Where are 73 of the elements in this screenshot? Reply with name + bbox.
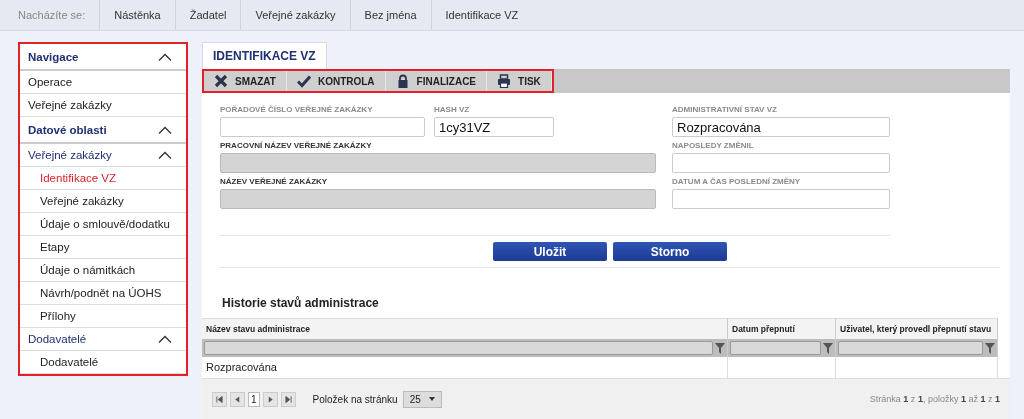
column-header[interactable]: Uživatel, který provedl přepnutí stavu — [836, 318, 998, 339]
filter-icon — [823, 342, 833, 354]
input-field[interactable]: Rozpracována — [672, 117, 890, 137]
chevron-up-icon — [158, 52, 172, 61]
nav-item[interactable]: Navigace — [20, 44, 186, 71]
nav-item[interactable]: Dodavatelé — [20, 328, 186, 351]
nav-item[interactable]: Návrh/podnět na ÚOHS — [20, 282, 186, 305]
breadcrumb-link[interactable]: Identifikace VZ — [430, 0, 533, 30]
page-number[interactable]: 1 — [248, 391, 260, 407]
field-label: HASH VZ — [434, 105, 471, 114]
section-title: Historie stavů administrace — [222, 296, 380, 310]
input-field[interactable] — [220, 117, 425, 137]
toolbar-button[interactable]: TISK — [487, 71, 552, 91]
nav-item[interactable]: Datové oblasti — [20, 117, 186, 144]
field-label: NÁZEV VEŘEJNÉ ZAKÁZKY — [220, 177, 329, 186]
close-icon — [214, 74, 228, 88]
toolbar-button[interactable]: FINALIZACE — [385, 71, 488, 91]
nav-item[interactable]: Přílohy — [20, 305, 186, 328]
action-button[interactable]: Uložit — [493, 242, 607, 261]
page-size-label: Položek na stránku — [312, 393, 398, 405]
chevron-up-icon — [158, 151, 172, 159]
breadcrumb-link[interactable]: Bez jména — [349, 0, 431, 30]
pager-button[interactable] — [212, 391, 227, 407]
filter-field[interactable] — [838, 341, 983, 355]
nav-item[interactable]: Veřejné zakázky — [20, 144, 186, 167]
pagination-summary: Stránka 1 z 1, položky 1 až 1 z 1 — [869, 394, 1000, 404]
filter-icon — [715, 342, 725, 354]
nav-heading: Veřejné zakázky — [28, 149, 112, 161]
nav-heading: Dodavatelé — [28, 333, 87, 345]
nav-item[interactable]: Dodavatelé — [20, 351, 186, 374]
input-field[interactable]: 1cy31VZ — [434, 117, 554, 137]
column-header[interactable]: Datum přepnutí — [728, 318, 836, 339]
filter-field[interactable] — [730, 341, 821, 355]
column-header[interactable]: Název stavu administrace — [202, 318, 728, 339]
field-label: DATUM A ČAS POSLEDNÍ ZMĚNY — [672, 177, 802, 186]
last-page-icon — [284, 395, 292, 403]
nav-item[interactable]: Identifikace VZ — [20, 167, 186, 190]
nav-item[interactable]: Údaje o námitkách — [20, 259, 186, 282]
next-page-icon — [266, 395, 274, 403]
breadcrumb-link[interactable]: Nástěnka — [99, 0, 175, 30]
breadcrumb-label: Nacházíte se: — [17, 9, 87, 21]
first-page-icon — [216, 395, 223, 403]
field-label: NAPOSLEDY ZMĚNIL — [672, 141, 755, 150]
printer-icon — [497, 74, 512, 88]
page-size-dropdown[interactable]: 25 — [402, 390, 442, 408]
nav-item[interactable]: Údaje o smlouvě/dodatku — [20, 213, 186, 236]
tab[interactable]: IDENTIFIKACE VZ — [202, 42, 327, 69]
nav-item[interactable]: Operace — [20, 71, 186, 94]
filter-icon — [985, 342, 995, 354]
nav-heading: Datové oblasti — [28, 123, 107, 136]
filter-field[interactable] — [204, 341, 713, 355]
input-field[interactable] — [672, 189, 890, 209]
action-button[interactable]: Storno — [613, 242, 727, 261]
pager-button[interactable] — [230, 391, 245, 407]
field-label: ADMINISTRATIVNÍ STAV VZ — [672, 105, 778, 114]
field-label: POŘADOVÉ ČÍSLO VEŘEJNÉ ZAKÁZKY — [220, 105, 374, 114]
nav-item[interactable]: Veřejné zakázky — [20, 190, 186, 213]
breadcrumb-link[interactable]: Veřejné zakázky — [240, 0, 350, 30]
nav-item[interactable]: Etapy — [20, 236, 186, 259]
pager-button[interactable] — [280, 391, 296, 407]
nav-item[interactable]: Veřejné zakázky — [20, 94, 186, 117]
pager-button[interactable] — [262, 391, 278, 407]
input-field[interactable] — [672, 153, 890, 173]
previous-page-icon — [234, 395, 241, 403]
breadcrumb-link[interactable]: Žadatel — [174, 0, 241, 30]
nav-heading: Navigace — [28, 50, 79, 63]
toolbar-button[interactable]: SMAZAT — [204, 71, 287, 91]
check-icon — [296, 74, 311, 88]
toolbar-button[interactable]: KONTROLA — [286, 71, 386, 91]
chevron-up-icon — [158, 335, 172, 343]
dropdown-arrow-icon — [428, 397, 435, 401]
field-label: PRACOVNÍ NÁZEV VEŘEJNÉ ZAKÁZKY — [220, 141, 373, 150]
chevron-up-icon — [158, 125, 172, 134]
